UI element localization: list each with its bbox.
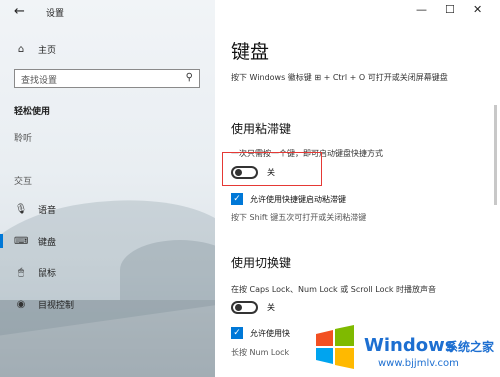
toggle-keys-heading: 使用切换键 bbox=[231, 256, 292, 270]
toggle-keys-shortcut-checkbox[interactable]: ✓ 允许使用快 bbox=[231, 327, 290, 339]
sidebar-item-home[interactable]: ⌂ 主页 bbox=[14, 43, 56, 56]
windows-logo-icon bbox=[316, 325, 354, 369]
search-placeholder: 查找设置 bbox=[21, 76, 58, 86]
toggle-switch[interactable] bbox=[231, 301, 258, 314]
sidebar-item-label: 键盘 bbox=[38, 238, 57, 248]
mouse-icon: 🖱 bbox=[18, 267, 24, 278]
close-icon[interactable]: ✕ bbox=[473, 3, 482, 16]
sticky-keys-hint: 按下 Shift 键五次可打开或关闭粘滞键 bbox=[231, 213, 367, 222]
title-bar: ← 设置 — ☐ ✕ bbox=[0, 0, 500, 24]
page-description: 按下 Windows 徽标键 ⊞ + Ctrl + O 可打开或关闭屏幕键盘 bbox=[231, 73, 448, 82]
selected-indicator bbox=[0, 234, 3, 248]
sidebar-item-speech[interactable]: 🎙 语音 bbox=[14, 203, 56, 216]
sidebar-item-label: 主页 bbox=[38, 46, 57, 56]
keyboard-icon: ⌨ bbox=[14, 236, 29, 247]
page-title: 键盘 bbox=[231, 41, 270, 63]
sticky-keys-heading: 使用粘滞键 bbox=[231, 122, 292, 136]
scrollbar[interactable] bbox=[494, 105, 497, 205]
eye-control-icon: ◉ bbox=[16, 299, 26, 310]
maximize-icon[interactable]: ☐ bbox=[445, 3, 455, 16]
group-title: 轻松使用 bbox=[14, 107, 51, 117]
checkbox-label: 允许使用快捷键启动粘滞键 bbox=[250, 194, 346, 204]
toggle-knob bbox=[235, 304, 242, 311]
sidebar-item-eye-control[interactable]: ◉ 目视控制 bbox=[14, 298, 74, 311]
sidebar-item-keyboard[interactable]: ⌨ 键盘 bbox=[14, 235, 56, 248]
sidebar-item-label: 语音 bbox=[38, 206, 57, 216]
minimize-icon[interactable]: — bbox=[416, 3, 427, 16]
sidebar bbox=[0, 0, 215, 377]
toggle-keys-toggle[interactable]: 关 bbox=[231, 301, 275, 314]
microphone-icon: 🎙 bbox=[14, 204, 28, 215]
watermark-url: www.bjjmlv.com bbox=[378, 358, 459, 369]
back-arrow-icon[interactable]: ← bbox=[14, 4, 25, 19]
checkbox-checked-icon[interactable]: ✓ bbox=[231, 193, 243, 205]
search-input[interactable]: 查找设置 ⚲ bbox=[14, 69, 200, 88]
sticky-shortcut-checkbox[interactable]: ✓ 允许使用快捷键启动粘滞键 bbox=[231, 193, 346, 205]
sidebar-item-mouse[interactable]: 🖱 鼠标 bbox=[14, 266, 56, 279]
highlight-box bbox=[222, 152, 322, 186]
watermark-cn: 系统之家 bbox=[446, 340, 495, 354]
sidebar-item-label: 鼠标 bbox=[38, 269, 57, 279]
checkbox-label: 允许使用快 bbox=[250, 328, 290, 338]
toggle-keys-description: 在按 Caps Lock、Num Lock 或 Scroll Lock 时播放声… bbox=[231, 285, 437, 294]
toggle-state-label: 关 bbox=[267, 303, 275, 312]
toggle-keys-hint: 长按 Num Lock bbox=[231, 348, 290, 357]
watermark-brand: Windows bbox=[364, 335, 456, 356]
home-icon: ⌂ bbox=[17, 44, 25, 55]
background-lake bbox=[0, 300, 215, 377]
search-icon[interactable]: ⚲ bbox=[186, 72, 193, 83]
window-title: 设置 bbox=[46, 9, 65, 19]
section-listen: 聆听 bbox=[14, 134, 33, 144]
sidebar-item-label: 目视控制 bbox=[38, 301, 75, 311]
checkbox-checked-icon[interactable]: ✓ bbox=[231, 327, 243, 339]
section-interaction: 交互 bbox=[14, 177, 33, 187]
